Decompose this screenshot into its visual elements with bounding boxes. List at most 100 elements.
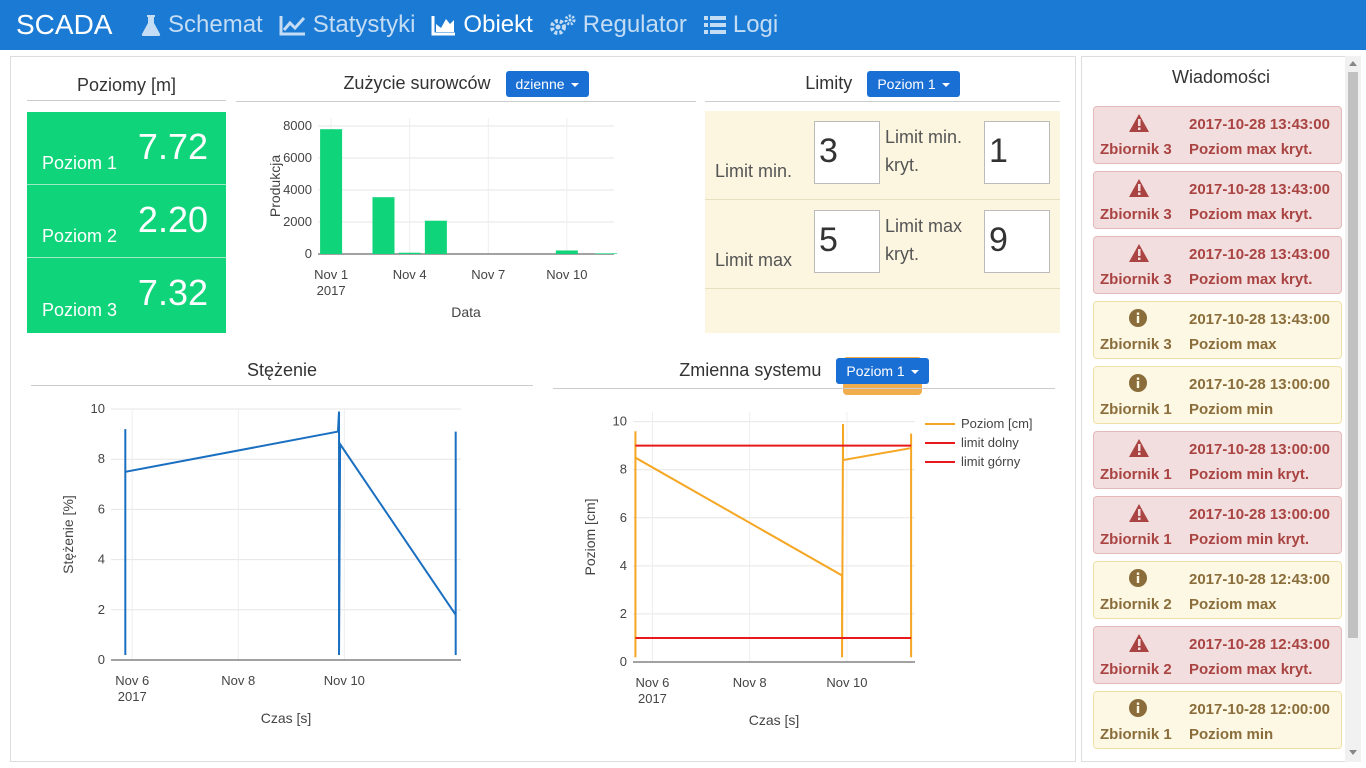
chart-bar bbox=[320, 129, 343, 254]
nav-item-regulator[interactable]: Regulator bbox=[549, 11, 687, 39]
message-item[interactable]: Zbiornik 1 2017-10-28 13:00:00 Poziom min bbox=[1093, 366, 1342, 424]
warning-icon bbox=[1128, 113, 1150, 137]
y-tick-label: 8 bbox=[620, 462, 627, 477]
y-tick-label: 6 bbox=[98, 501, 105, 516]
message-source: Zbiornik 3 bbox=[1100, 336, 1172, 353]
top-navbar: SCADA Schemat Statystyki Obiekt Regulato… bbox=[0, 0, 1366, 50]
x-tick-label: Nov 8 bbox=[733, 675, 767, 690]
limits-tank-dropdown[interactable]: Poziom 1 bbox=[867, 71, 960, 97]
message-text: Poziom min kryt. bbox=[1189, 466, 1310, 483]
level-name: Poziom 3 bbox=[42, 300, 118, 320]
nav-item-obiekt[interactable]: Obiekt bbox=[431, 11, 533, 39]
level-value: 2.20 bbox=[137, 199, 208, 240]
levels-panel: Poziom 1 7.72 Poziom 2 2.20 Poziom 3 7.3… bbox=[27, 112, 226, 333]
limit-max-crit-input[interactable]: 9 bbox=[984, 210, 1050, 273]
concentration-chart: 0 2 4 6 8 10 Nov 6 Nov 8 Nov 10 2017 Czas [s] Stęże… bbox=[31, 398, 533, 752]
message-item[interactable]: Zbiornik 3 2017-10-28 13:43:00 Poziom max … bbox=[1093, 106, 1342, 164]
limit-min-input[interactable]: 3 bbox=[814, 121, 880, 184]
message-time: 2017-10-28 13:00:00 bbox=[1189, 506, 1330, 523]
y-tick-label: 2000 bbox=[283, 214, 312, 229]
usage-title: Zużycie surowców bbox=[343, 72, 491, 93]
limit-min-crit-input[interactable]: 1 bbox=[984, 121, 1050, 184]
series-line bbox=[124, 411, 457, 655]
scroll-up-icon[interactable] bbox=[1349, 61, 1357, 66]
message-item[interactable]: Zbiornik 1 2017-10-28 13:00:00 Poziom min … bbox=[1093, 496, 1342, 554]
message-item[interactable]: Zbiornik 1 2017-10-28 12:00:00 Poziom min bbox=[1093, 691, 1342, 749]
nav-label: Statystyki bbox=[312, 11, 416, 38]
message-time: 2017-10-28 13:43:00 bbox=[1189, 311, 1330, 328]
message-item[interactable]: Zbiornik 2 2017-10-28 12:43:00 Poziom max bbox=[1093, 561, 1342, 619]
system-var-title-bar: Zmienna systemu Poziom 1 bbox=[553, 358, 1055, 389]
y-tick-label: 4 bbox=[98, 552, 105, 567]
message-text: Poziom max kryt. bbox=[1189, 141, 1313, 158]
legend-label: limit dolny bbox=[961, 435, 1019, 450]
x-axis-label: Data bbox=[451, 304, 481, 320]
y-tick-label: 0 bbox=[98, 652, 105, 667]
chart-bar bbox=[555, 250, 578, 254]
message-text: Poziom max kryt. bbox=[1189, 661, 1313, 678]
warning-icon bbox=[1128, 503, 1150, 527]
limit-max-input[interactable]: 5 bbox=[814, 210, 880, 273]
dropdown-label: dzienne bbox=[515, 76, 565, 92]
y-tick-label: 8000 bbox=[283, 118, 312, 133]
limits-title: Limity bbox=[805, 72, 853, 93]
x-tick-year: 2017 bbox=[317, 283, 346, 298]
message-item[interactable]: Zbiornik 2 2017-10-28 12:43:00 Poziom max … bbox=[1093, 626, 1342, 684]
message-source: Zbiornik 1 bbox=[1100, 401, 1172, 418]
system-var-dropdown[interactable]: Poziom 1 bbox=[836, 358, 929, 384]
nav-item-schemat[interactable]: Schemat bbox=[140, 11, 263, 39]
y-tick-label: 8 bbox=[98, 451, 105, 466]
info-icon bbox=[1128, 568, 1148, 592]
main-content: Poziomy [m] Poziom 1 7.72 Poziom 2 2.20 … bbox=[10, 56, 1076, 762]
concentration-title: Stężenie bbox=[31, 360, 533, 386]
message-source: Zbiornik 2 bbox=[1100, 596, 1172, 613]
message-item[interactable]: Zbiornik 3 2017-10-28 13:43:00 Poziom max … bbox=[1093, 236, 1342, 294]
line-chart-icon bbox=[279, 16, 305, 36]
message-item[interactable]: Zbiornik 3 2017-10-28 13:43:00 Poziom max … bbox=[1093, 171, 1342, 229]
messages-scrollbar[interactable] bbox=[1345, 56, 1361, 762]
nav-item-statystyki[interactable]: Statystyki bbox=[279, 11, 416, 39]
chart-bar bbox=[595, 253, 618, 254]
message-source: Zbiornik 2 bbox=[1100, 661, 1172, 678]
limit-min-label: Limit min. bbox=[715, 161, 793, 181]
list-icon bbox=[703, 16, 726, 34]
message-time: 2017-10-28 12:43:00 bbox=[1189, 571, 1330, 588]
info-icon bbox=[1128, 373, 1148, 397]
x-tick-label: Nov 10 bbox=[546, 267, 587, 282]
dropdown-label: Poziom 1 bbox=[877, 76, 936, 92]
message-item[interactable]: Zbiornik 3 2017-10-28 13:43:00 Poziom max bbox=[1093, 301, 1342, 359]
app-brand[interactable]: SCADA bbox=[0, 9, 140, 41]
y-tick-label: 4000 bbox=[283, 182, 312, 197]
level-value: 7.32 bbox=[137, 272, 208, 313]
caret-down-icon bbox=[570, 83, 579, 88]
series-line bbox=[634, 424, 913, 658]
level-value: 7.72 bbox=[137, 126, 208, 167]
message-item[interactable]: Zbiornik 1 2017-10-28 13:00:00 Poziom min … bbox=[1093, 431, 1342, 489]
message-source: Zbiornik 3 bbox=[1100, 206, 1172, 223]
x-tick-year: 2017 bbox=[118, 689, 147, 704]
limits-max-row: Limit max 5 Limit max kryt. 9 bbox=[705, 200, 1060, 289]
flask-icon bbox=[141, 15, 161, 36]
message-source: Zbiornik 1 bbox=[1100, 466, 1172, 483]
x-tick-label: Nov 1 bbox=[314, 267, 348, 282]
level-name: Poziom 1 bbox=[42, 153, 118, 173]
nav-label: Schemat bbox=[168, 11, 263, 38]
y-tick-label: 0 bbox=[620, 654, 627, 669]
nav-label: Logi bbox=[732, 11, 779, 38]
y-tick-label: 2 bbox=[620, 606, 627, 621]
legend-label: limit górny bbox=[961, 454, 1021, 469]
nav-item-logi[interactable]: Logi bbox=[703, 11, 778, 39]
usage-period-dropdown[interactable]: dzienne bbox=[505, 71, 589, 97]
y-axis-label: Produkcja bbox=[267, 155, 283, 217]
x-axis-label: Czas [s] bbox=[261, 710, 312, 726]
scroll-down-icon[interactable] bbox=[1349, 750, 1357, 755]
usage-title-bar: Zużycie surowców dzienne bbox=[236, 71, 696, 102]
scrollbar-thumb[interactable] bbox=[1348, 72, 1358, 638]
caret-down-icon bbox=[941, 83, 950, 88]
limits-panel: Limit min. 3 Limit min. kryt. 1 Limit ma… bbox=[705, 111, 1060, 395]
message-time: 2017-10-28 13:43:00 bbox=[1189, 181, 1330, 198]
concentration-chart-svg: 0 2 4 6 8 10 Nov 6 Nov 8 Nov 10 2017 Czas [s] Stęże… bbox=[60, 401, 461, 726]
message-text: Poziom max bbox=[1189, 336, 1277, 353]
system-var-chart-svg: 0 2 4 6 8 10 Nov 6 Nov 8 Nov 10 2017 Czas [s] Pozio… bbox=[582, 412, 1033, 728]
cogs-icon bbox=[549, 14, 576, 35]
